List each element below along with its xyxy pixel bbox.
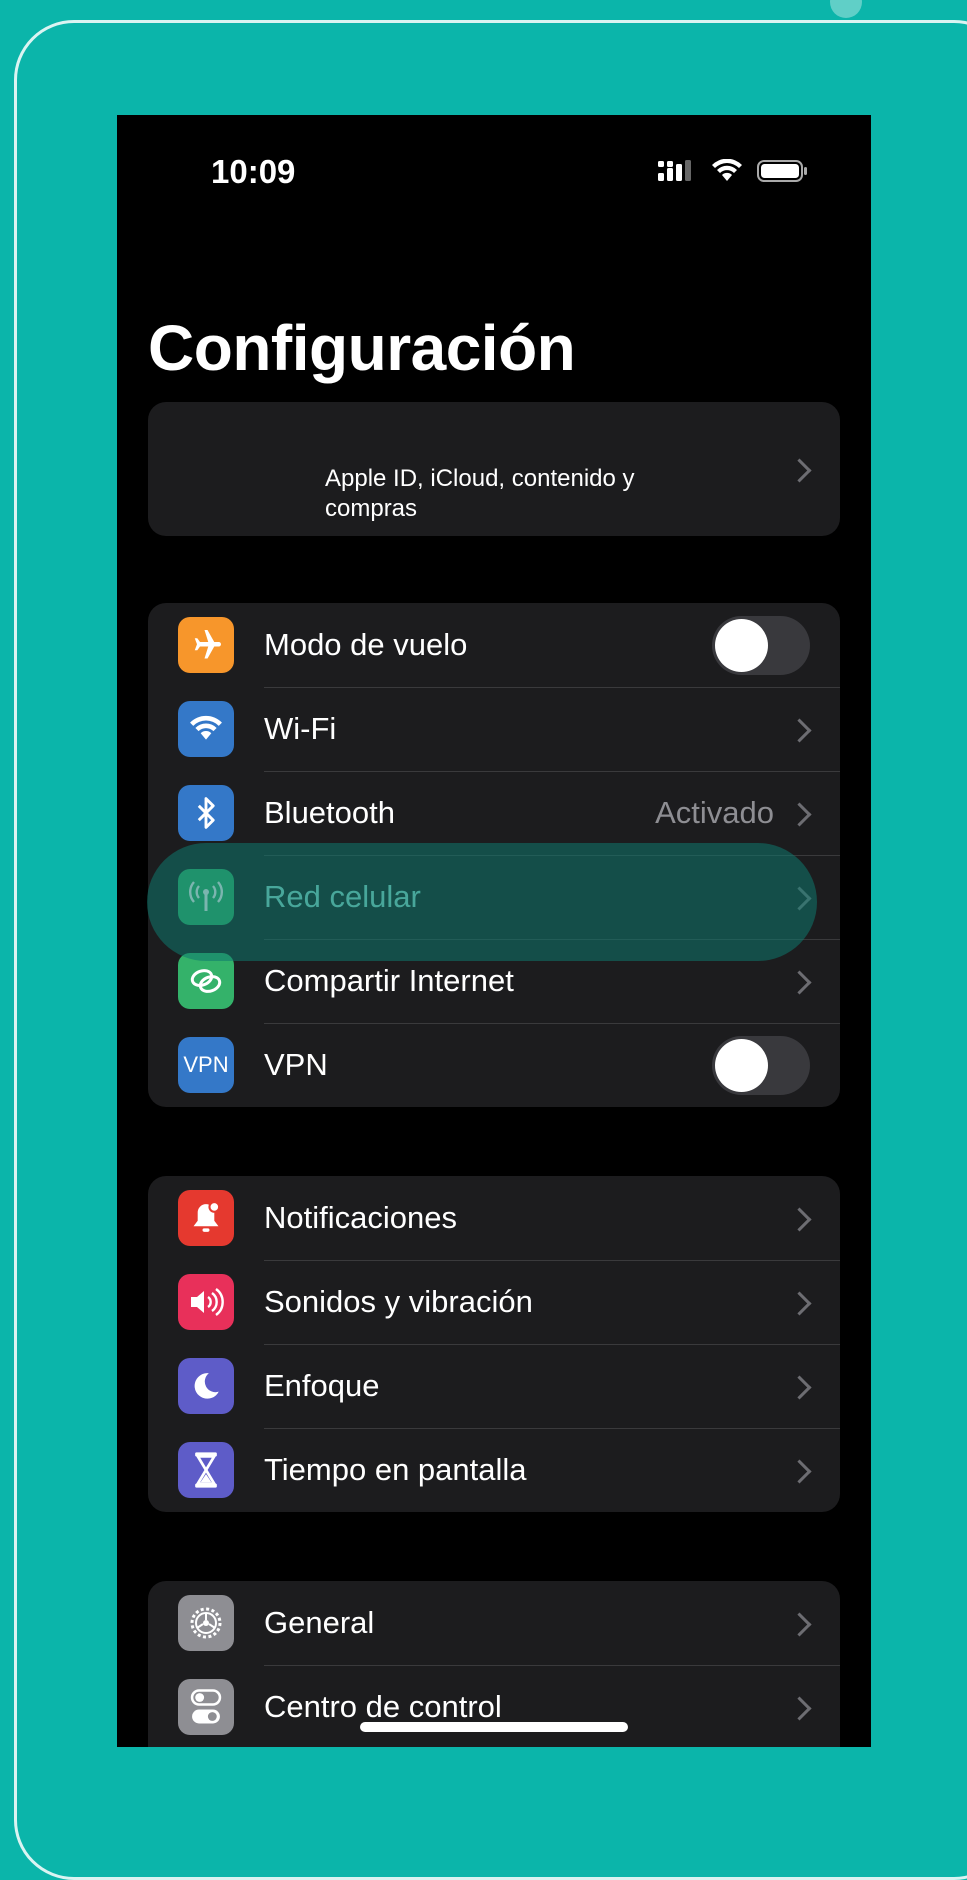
connectivity-group: Modo de vuelo Wi-Fi Bluetooth Activado R… xyxy=(148,603,840,1107)
chevron-right-icon xyxy=(787,718,812,743)
row-wifi[interactable]: Wi-Fi xyxy=(148,687,840,771)
chevron-right-icon xyxy=(787,1696,812,1721)
bluetooth-icon xyxy=(178,785,234,841)
apple-id-card[interactable]: Apple ID, iCloud, contenido y compras xyxy=(148,402,840,536)
decorative-dot xyxy=(830,0,862,18)
chevron-right-icon xyxy=(787,1207,812,1232)
row-label: VPN xyxy=(264,1047,328,1082)
cellular-antenna-icon xyxy=(178,869,234,925)
home-indicator xyxy=(360,1722,628,1732)
row-label: Red celular xyxy=(264,879,421,914)
row-label: Sonidos y vibración xyxy=(264,1284,533,1319)
row-label: Enfoque xyxy=(264,1368,380,1403)
chevron-right-icon xyxy=(787,1291,812,1316)
chevron-right-icon xyxy=(787,970,812,995)
row-general[interactable]: General xyxy=(148,1581,840,1665)
row-sounds[interactable]: Sonidos y vibración xyxy=(148,1260,840,1344)
vpn-toggle[interactable] xyxy=(712,1036,810,1095)
row-label: Wi-Fi xyxy=(264,711,337,746)
hourglass-icon xyxy=(178,1442,234,1498)
row-label: Centro de control xyxy=(264,1689,502,1724)
wifi-icon xyxy=(178,701,234,757)
row-cellular[interactable]: Red celular xyxy=(148,855,840,939)
battery-icon xyxy=(757,160,807,182)
chevron-right-icon xyxy=(787,802,812,827)
row-control-center[interactable]: Centro de control xyxy=(148,1665,840,1747)
cellular-signal-icon xyxy=(658,160,691,181)
row-label: Notificaciones xyxy=(264,1200,457,1235)
row-screen-time[interactable]: Tiempo en pantalla xyxy=(148,1428,840,1512)
chevron-right-icon xyxy=(787,1375,812,1400)
chevron-right-icon xyxy=(787,458,812,483)
row-notifications[interactable]: Notificaciones xyxy=(148,1176,840,1260)
airplane-mode-toggle[interactable] xyxy=(712,616,810,675)
bluetooth-status: Activado xyxy=(655,795,774,830)
moon-icon xyxy=(178,1358,234,1414)
vpn-icon: VPN xyxy=(178,1037,234,1093)
row-label: Compartir Internet xyxy=(264,963,514,998)
row-label: Tiempo en pantalla xyxy=(264,1452,527,1487)
status-time: 10:09 xyxy=(211,153,296,190)
row-label: General xyxy=(264,1605,375,1640)
chevron-right-icon xyxy=(787,1612,812,1637)
bell-icon xyxy=(178,1190,234,1246)
row-focus[interactable]: Enfoque xyxy=(148,1344,840,1428)
row-vpn[interactable]: VPN VPN xyxy=(148,1023,840,1107)
notifications-group: Notificaciones Sonidos y vibración Enfoq… xyxy=(148,1176,840,1512)
row-personal-hotspot[interactable]: Compartir Internet xyxy=(148,939,840,1023)
apple-id-subtitle: Apple ID, iCloud, contenido y compras xyxy=(325,465,635,522)
chevron-right-icon xyxy=(787,1459,812,1484)
row-label: Bluetooth xyxy=(264,795,395,830)
speaker-icon xyxy=(178,1274,234,1330)
wifi-status-icon xyxy=(712,159,742,181)
row-label: Modo de vuelo xyxy=(264,627,468,662)
row-airplane-mode[interactable]: Modo de vuelo xyxy=(148,603,840,687)
phone-screen: 10:09 Configuración Apple ID, iCloud, co… xyxy=(117,115,871,1747)
page-title: Configuración xyxy=(148,312,576,384)
airplane-icon xyxy=(178,617,234,673)
row-bluetooth[interactable]: Bluetooth Activado xyxy=(148,771,840,855)
gear-icon xyxy=(178,1595,234,1651)
switches-icon xyxy=(178,1679,234,1735)
status-icons xyxy=(657,157,809,185)
hotspot-icon xyxy=(178,953,234,1009)
chevron-right-icon xyxy=(787,886,812,911)
